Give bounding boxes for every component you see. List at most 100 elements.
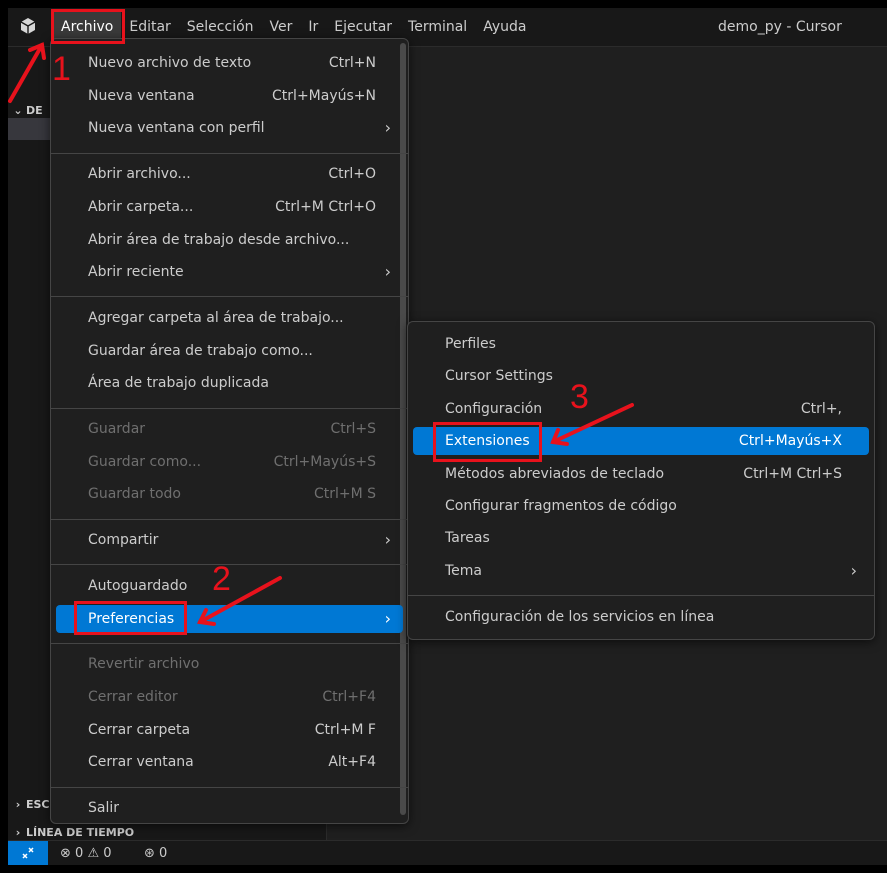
menu-separator: [408, 595, 874, 597]
menu-item-label: Guardar como...: [88, 453, 202, 470]
chevron-right-icon: ›: [15, 798, 21, 811]
pref-item-metodos-abreviados-de-teclado[interactable]: Métodos abreviados de teclado Ctrl+M Ctrl…: [413, 460, 869, 488]
archivo-item-nuevo-archivo-de-texto[interactable]: Nuevo archivo de texto Ctrl+N: [56, 49, 403, 77]
remote-icon: [22, 847, 34, 859]
menu-separator: [51, 642, 408, 644]
menu-item-label: Guardar todo: [88, 486, 181, 503]
menu-item-label: Autoguardado: [88, 577, 188, 594]
menu-item-shortcut: Ctrl+S: [330, 421, 376, 437]
archivo-item-nueva-ventana[interactable]: Nueva ventana Ctrl+Mayús+N: [56, 82, 403, 110]
window-title: demo_py - Cursor: [718, 19, 842, 35]
archivo-item-abrir-reciente[interactable]: Abrir reciente ›: [56, 258, 403, 286]
menu-separator: [51, 564, 408, 566]
menu-item-label: Perfiles: [445, 336, 496, 352]
menu-item-label: Cerrar ventana: [88, 754, 194, 771]
section-label: LÍNEA DE TIEMPO: [26, 826, 135, 839]
menu-item-label: Configuración: [445, 400, 543, 417]
menu-item-shortcut: Ctrl+M S: [313, 486, 376, 503]
chevron-right-icon: ›: [384, 262, 391, 282]
menu-item-shortcut: Alt+F4: [328, 754, 376, 771]
menu-separator: [51, 296, 408, 298]
menu-item-label: Configurar fragmentos de código: [445, 498, 677, 514]
pref-item-cursor-settings[interactable]: Cursor Settings: [413, 362, 869, 390]
remote-indicator-button[interactable]: [8, 841, 48, 865]
error-icon: ⊗: [60, 846, 71, 861]
menu-item-label: Guardar: [88, 421, 146, 437]
menu-item-label: Preferencias: [88, 610, 175, 627]
menu-item-label: Extensiones: [445, 433, 530, 450]
menu-item-label: Tema: [445, 562, 483, 579]
menu-item-label: Área de trabajo duplicada: [88, 375, 269, 392]
menu-separator: [51, 786, 408, 788]
pref-item-configuracion-de-los-servicios-en-linea[interactable]: Configuración de los servicios en línea: [413, 603, 869, 631]
menu-separator: [51, 407, 408, 409]
menu-item-shortcut: Ctrl+M Ctrl+O: [275, 198, 376, 215]
archivo-item-autoguardado[interactable]: Autoguardado: [56, 572, 403, 600]
archivo-item-salir[interactable]: Salir: [56, 794, 403, 822]
section-label: DE: [26, 104, 43, 117]
menu-item-label: Revertir archivo: [88, 656, 200, 673]
section-label: ESC: [26, 798, 50, 811]
archivo-item-abrir-carpeta[interactable]: Abrir carpeta... Ctrl+M Ctrl+O: [56, 193, 403, 221]
menu-separator: [51, 152, 408, 154]
error-count: 0: [75, 846, 84, 861]
archivo-item-preferencias[interactable]: Preferencias ›: [56, 604, 403, 633]
archivo-item-nueva-ventana-con-perfil[interactable]: Nueva ventana con perfil ›: [56, 114, 403, 142]
menu-separator: [51, 518, 408, 520]
menu-item-label: Nueva ventana con perfil: [88, 120, 265, 137]
preferencias-submenu: Perfiles Cursor Settings Configuración Ctrl…: [407, 321, 875, 640]
menu-item-shortcut: Ctrl+M Ctrl+S: [743, 465, 842, 482]
menu-item-label: Cursor Settings: [445, 368, 553, 385]
ports-status[interactable]: ⊛ 0: [144, 841, 167, 865]
archivo-item-abrir-archivo[interactable]: Abrir archivo... Ctrl+O: [56, 160, 403, 188]
archivo-item-guardar-area-de-trabajo-como[interactable]: Guardar área de trabajo como...: [56, 337, 403, 365]
menu-item-shortcut: Ctrl+N: [328, 55, 376, 71]
chevron-right-icon: ›: [850, 560, 857, 580]
menu-item-label: Salir: [88, 800, 120, 816]
menu-item-label: Guardar área de trabajo como...: [88, 342, 313, 359]
pref-item-configuracion[interactable]: Configuración Ctrl+,: [413, 395, 869, 423]
pref-item-perfiles[interactable]: Perfiles: [413, 330, 869, 358]
archivo-item-guardar[interactable]: Guardar Ctrl+S: [56, 415, 403, 443]
menu-item-label: Métodos abreviados de teclado: [445, 465, 665, 482]
archivo-item-area-de-trabajo-duplicada[interactable]: Área de trabajo duplicada: [56, 369, 403, 397]
menu-ayuda[interactable]: Ayuda: [475, 12, 534, 42]
menu-item-label: Nueva ventana: [88, 87, 195, 104]
pref-item-configurar-fragmentos-de-codigo[interactable]: Configurar fragmentos de código: [413, 492, 869, 520]
archivo-item-agregar-carpeta-al-area-de-trabajo[interactable]: Agregar carpeta al área de trabajo...: [56, 304, 403, 332]
menu-item-shortcut: Ctrl+O: [328, 166, 376, 183]
menu-item-label: Abrir área de trabajo desde archivo...: [88, 231, 350, 248]
archivo-item-cerrar-carpeta[interactable]: Cerrar carpeta Ctrl+M F: [56, 716, 403, 744]
menu-item-label: Abrir carpeta...: [88, 198, 194, 215]
problems-status[interactable]: ⊗ 0 ⚠ 0: [60, 841, 112, 865]
warning-icon: ⚠: [87, 846, 100, 861]
archivo-item-guardar-como[interactable]: Guardar como... Ctrl+Mayús+S: [56, 448, 403, 476]
menu-item-shortcut: Ctrl+,: [800, 400, 842, 417]
archivo-item-abrir-area-de-trabajo-desde-archivo[interactable]: Abrir área de trabajo desde archivo...: [56, 226, 403, 254]
chevron-right-icon: ›: [384, 530, 391, 550]
archivo-item-compartir[interactable]: Compartir ›: [56, 526, 403, 554]
pref-item-tareas[interactable]: Tareas: [413, 524, 869, 552]
status-bar: ⊗ 0 ⚠ 0 ⊛ 0: [8, 840, 887, 865]
menu-item-label: Abrir reciente: [88, 264, 184, 281]
chevron-right-icon: ›: [384, 608, 391, 628]
outline-section-header[interactable]: › ESC: [8, 794, 50, 816]
broadcast-icon: ⊛: [144, 846, 155, 861]
menu-terminal[interactable]: Terminal: [400, 12, 475, 42]
menu-item-shortcut: Ctrl+Mayús+S: [273, 453, 376, 470]
archivo-item-cerrar-ventana[interactable]: Cerrar ventana Alt+F4: [56, 748, 403, 776]
menu-item-label: Compartir: [88, 532, 159, 549]
archivo-item-cerrar-editor[interactable]: Cerrar editor Ctrl+F4: [56, 683, 403, 711]
ports-count: 0: [159, 846, 168, 861]
warning-count: 0: [103, 846, 112, 861]
archivo-item-guardar-todo[interactable]: Guardar todo Ctrl+M S: [56, 480, 403, 508]
menu-item-shortcut: Ctrl+Mayús+X: [738, 433, 842, 450]
menu-item-label: Cerrar carpeta: [88, 721, 191, 738]
pref-item-extensiones[interactable]: Extensiones Ctrl+Mayús+X: [413, 427, 869, 456]
chevron-right-icon: ›: [384, 118, 391, 138]
archivo-item-revertir-archivo[interactable]: Revertir archivo: [56, 650, 403, 678]
pref-item-tema[interactable]: Tema ›: [413, 557, 869, 585]
menu-item-label: Cerrar editor: [88, 688, 178, 705]
menu-item-label: Nuevo archivo de texto: [88, 55, 252, 71]
archivo-menu: Nuevo archivo de texto Ctrl+N Nueva ventan…: [50, 38, 409, 824]
